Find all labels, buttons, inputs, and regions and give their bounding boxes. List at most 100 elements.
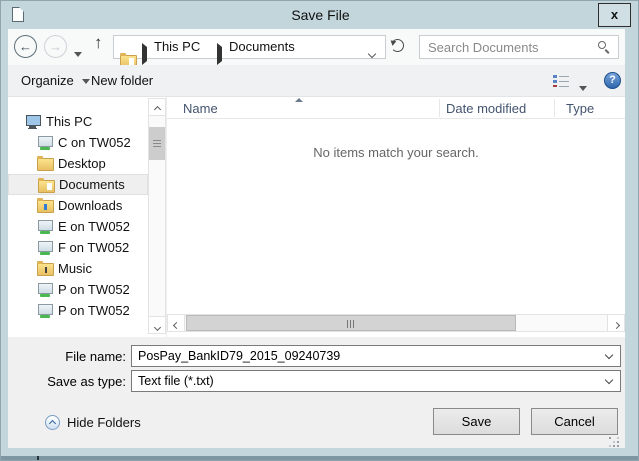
chevron-up-icon (153, 105, 161, 114)
search-box (419, 35, 619, 59)
desktop-folder-icon (37, 156, 54, 171)
breadcrumb-this-pc[interactable]: This PC (154, 36, 200, 58)
cancel-button[interactable]: Cancel (531, 408, 618, 435)
network-drive-icon (37, 240, 53, 255)
title-bar[interactable]: Save File x (1, 1, 638, 29)
file-name-input[interactable] (138, 347, 598, 365)
chevron-down-icon (153, 323, 161, 332)
chevron-down-icon (74, 52, 82, 57)
hide-folders-button[interactable]: Hide Folders (45, 413, 141, 433)
chevron-left-icon (172, 321, 180, 330)
file-name-combo (131, 345, 621, 367)
refresh-button[interactable] (391, 39, 405, 53)
tree-item-p-on-tw052[interactable]: P on TW052 (8, 279, 148, 300)
scrollbar-thumb[interactable] (149, 127, 165, 160)
tree-item-label: Documents (59, 177, 125, 192)
pane-divider (166, 97, 167, 337)
sort-ascending-icon (295, 98, 303, 102)
scroll-right-button[interactable] (607, 315, 624, 331)
column-header-type[interactable]: Type (566, 97, 594, 119)
back-button[interactable]: ← (14, 35, 37, 58)
documents-folder-icon (38, 178, 55, 193)
recent-locations-dropdown[interactable] (74, 44, 82, 62)
hide-folders-icon (45, 415, 60, 430)
views-dropdown[interactable] (579, 78, 587, 96)
tree-item-this-pc[interactable]: This PC (8, 111, 148, 132)
help-icon[interactable]: ? (604, 72, 621, 89)
tree-item-label: E on TW052 (58, 219, 131, 234)
tree-scrollbar[interactable] (148, 98, 166, 334)
breadcrumb-documents[interactable]: Documents (229, 36, 295, 58)
background-window-strip (1, 456, 638, 460)
column-header-date-modified[interactable]: Date modified (446, 97, 526, 119)
save-as-type-label: Save as type: (47, 374, 126, 389)
column-header-name[interactable]: Name (183, 97, 218, 119)
scroll-up-button[interactable] (149, 99, 165, 116)
close-button[interactable]: x (598, 3, 631, 27)
network-drive-icon (37, 135, 53, 150)
address-dropdown[interactable] (367, 44, 377, 62)
tree-item-label: F on TW052 (58, 240, 130, 255)
refresh-icon (391, 39, 404, 52)
search-icon[interactable] (598, 41, 606, 49)
window-title: Save File (291, 7, 350, 23)
save-as-type-value: Text file (*.txt) (138, 374, 214, 388)
command-toolbar: Organize New folder ? (8, 65, 625, 97)
dialog-footer: File name: Save as type: Text file (*.tx… (8, 337, 625, 448)
file-list-horizontal-scrollbar[interactable] (167, 314, 625, 332)
save-as-type-combo[interactable]: Text file (*.txt) (131, 370, 621, 392)
chevron-down-icon (81, 79, 90, 85)
scrollbar-thumb[interactable] (186, 315, 516, 331)
hide-folders-label: Hide Folders (67, 415, 141, 430)
breadcrumb-separator-icon (142, 43, 147, 65)
file-name-label: File name: (65, 349, 126, 364)
forward-button[interactable]: → (44, 35, 67, 58)
computer-icon (25, 114, 41, 129)
file-list-header: Name Date modified Type (167, 97, 625, 119)
save-file-dialog: Save File x ← → ↑ This PC Documents Orga… (0, 0, 639, 461)
tree-item-downloads[interactable]: Downloads (8, 195, 148, 216)
tree-item-desktop[interactable]: Desktop (8, 153, 148, 174)
breadcrumb-separator-icon (217, 43, 222, 65)
tree-item-music[interactable]: Music (8, 258, 148, 279)
tree-item-label: Desktop (58, 156, 106, 171)
scroll-down-button[interactable] (149, 316, 165, 333)
music-folder-icon (37, 261, 54, 276)
organize-label: Organize (21, 73, 74, 88)
folder-tree: This PC C on TW052 Desktop Documents Dow… (8, 111, 148, 321)
network-drive-icon (37, 282, 53, 297)
tree-item-label: C on TW052 (58, 135, 131, 150)
save-button[interactable]: Save (433, 408, 520, 435)
tree-item-c-on-tw052[interactable]: C on TW052 (8, 132, 148, 153)
organize-button[interactable]: Organize (21, 65, 90, 96)
search-input[interactable] (428, 37, 588, 57)
tree-item-label: Music (58, 261, 92, 276)
background-window-mark (37, 456, 39, 460)
up-one-level-button[interactable]: ↑ (94, 33, 103, 53)
chevron-right-icon (612, 321, 620, 330)
empty-results-message: No items match your search. (313, 145, 479, 160)
tree-item-e-on-tw052[interactable]: E on TW052 (8, 216, 148, 237)
resize-grip[interactable] (609, 437, 621, 449)
chevron-down-icon (604, 375, 614, 385)
column-divider[interactable] (439, 99, 440, 117)
chevron-down-icon[interactable] (604, 350, 614, 360)
tree-item-label: P on TW052 (58, 282, 130, 297)
chevron-up-icon (48, 419, 57, 428)
network-drive-icon (37, 303, 53, 318)
column-divider[interactable] (554, 99, 555, 117)
downloads-folder-icon (37, 198, 54, 213)
navigation-bar: ← → ↑ This PC Documents (8, 29, 625, 68)
scroll-left-button[interactable] (168, 315, 185, 331)
network-drive-icon (37, 219, 53, 234)
new-folder-button[interactable]: New folder (91, 65, 153, 96)
views-icon[interactable] (553, 74, 569, 87)
tree-item-p-on-tw052-2[interactable]: P on TW052 (8, 300, 148, 321)
tree-item-documents[interactable]: Documents (8, 174, 148, 195)
tree-item-label: This PC (46, 114, 93, 129)
tree-item-f-on-tw052[interactable]: F on TW052 (8, 237, 148, 258)
chevron-down-icon (367, 49, 377, 59)
tree-item-label: P on TW052 (58, 303, 130, 318)
tree-item-label: Downloads (58, 198, 123, 213)
address-bar[interactable]: This PC Documents (113, 35, 386, 68)
